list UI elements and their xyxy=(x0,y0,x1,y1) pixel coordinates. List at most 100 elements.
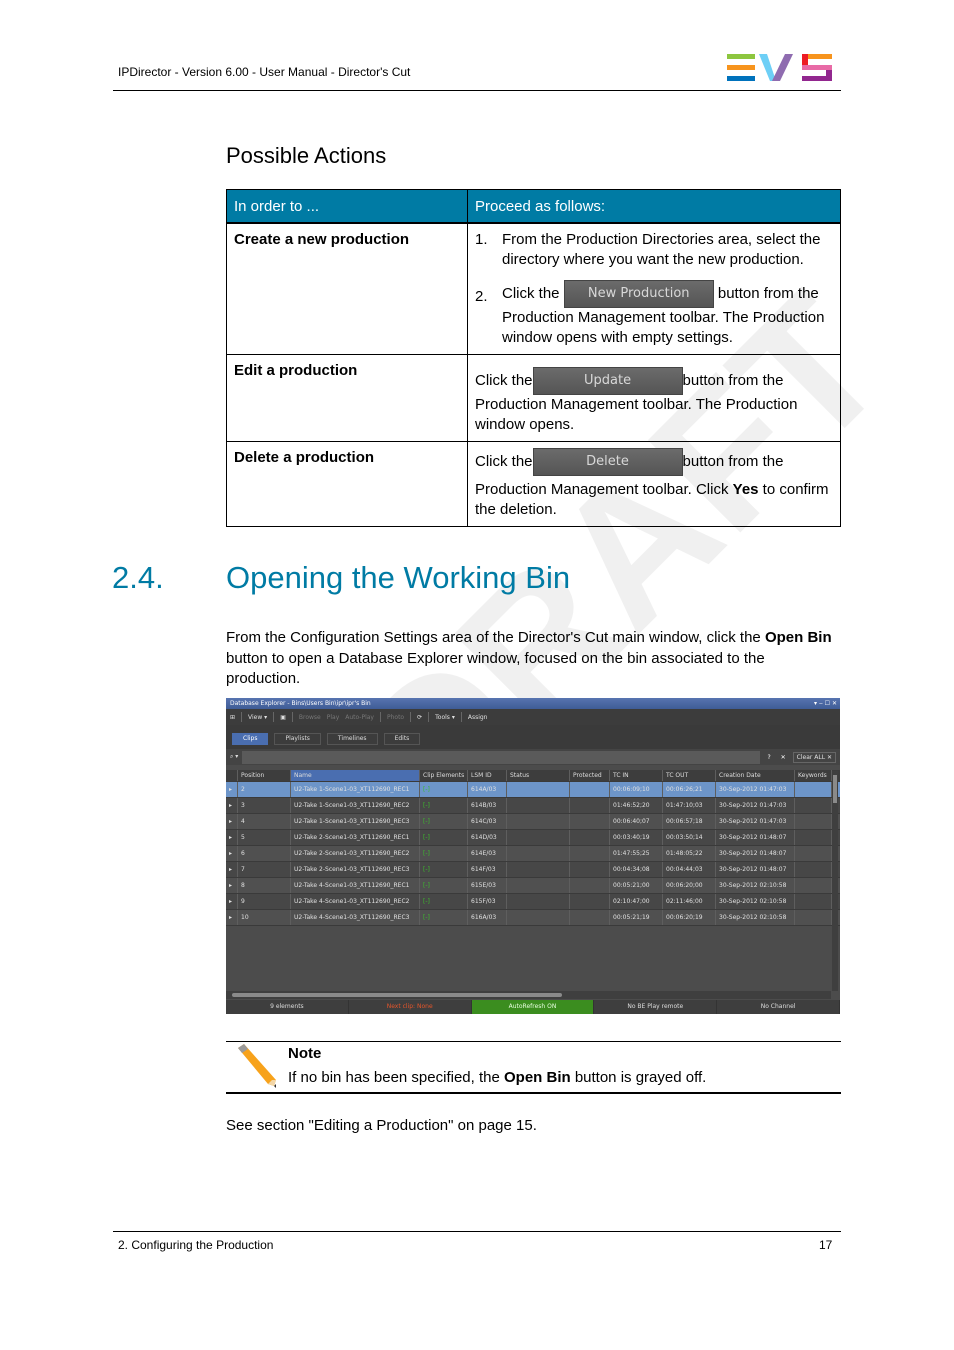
auto-play-button[interactable]: Auto-Play xyxy=(345,714,374,721)
window-titlebar: Database Explorer - Bins\Users Bin\ipr\i… xyxy=(226,698,840,709)
window-controls[interactable]: ▾ ‒ ☐ ✕ xyxy=(814,698,837,709)
cell-tc-out: 00:06:57;18 xyxy=(663,814,716,829)
search-input[interactable] xyxy=(242,750,761,764)
status-autorefresh[interactable]: AutoRefresh ON xyxy=(471,1000,595,1014)
col-status[interactable]: Status xyxy=(507,770,570,781)
refresh-icon[interactable]: ⟳ xyxy=(417,714,422,721)
layout-icon[interactable]: ⊞ xyxy=(230,714,235,721)
para-text: button to open a Database Explorer windo… xyxy=(226,649,765,688)
search-bar: ⌕ ▾ ? ✕ Clear ALL ✕ xyxy=(226,749,840,765)
col-creation-date[interactable]: Creation Date xyxy=(716,770,795,781)
cell-tc-in: 01:47:55;25 xyxy=(610,846,663,861)
cell-lsm-id: 614C/03 xyxy=(468,814,507,829)
action-steps: Click the Update button from the Productio… xyxy=(467,354,841,442)
delete-button[interactable]: Delete xyxy=(532,448,683,476)
pencil-icon xyxy=(238,1044,276,1088)
cell-tc-in: 00:06:40;07 xyxy=(610,814,663,829)
cell-keywords xyxy=(795,878,832,893)
table-row[interactable]: ▸ 10 U2-Take 4-Scene1-03_XT112690_REC3 [-] 6… xyxy=(226,910,840,926)
open-bin-emphasis: Open Bin xyxy=(503,1069,571,1086)
cell-position: 3 xyxy=(238,798,291,813)
tab-edits[interactable]: Edits xyxy=(383,733,421,745)
help-button[interactable]: ? xyxy=(764,754,773,761)
cell-lsm-id: 616A/03 xyxy=(468,910,507,925)
new-production-button[interactable]: New Production xyxy=(563,280,714,308)
cell-creation-date: 30-Sep-2012 01:48:07 xyxy=(716,830,795,845)
horizontal-scrollbar[interactable] xyxy=(226,991,831,999)
footer-divider xyxy=(113,1231,841,1232)
tools-menu[interactable]: Tools ▾ xyxy=(435,714,455,721)
cell-lsm-id: 614B/03 xyxy=(468,798,507,813)
tab-timelines[interactable]: Timelines xyxy=(326,733,378,745)
play-button[interactable]: Play xyxy=(327,714,340,721)
view-menu[interactable]: View ▾ xyxy=(248,714,267,721)
explorer-tabs: Clips Playlists Timelines Edits xyxy=(226,725,840,749)
cell-clip-elements: [-] xyxy=(420,830,468,845)
cell-name: U2-Take 4-Scene1-03_XT112690_REC1 xyxy=(291,878,420,893)
cell-status xyxy=(507,830,570,845)
cell-protected xyxy=(570,910,610,925)
col-tc-out[interactable]: TC OUT xyxy=(663,770,716,781)
print-icon[interactable]: ▣ xyxy=(280,714,286,721)
table-row: Create a new production 1. From the Produ… xyxy=(226,222,841,355)
search-icon[interactable]: ⌕ ▾ xyxy=(230,753,238,761)
action-label: Delete a production xyxy=(226,441,468,527)
col-name[interactable]: Name xyxy=(291,770,420,781)
table-row[interactable]: ▸ 2 U2-Take 1-Scene1-03_XT112690_REC1 [-] 61… xyxy=(226,782,840,798)
page-number: 17 xyxy=(819,1238,833,1252)
step-text: Click the xyxy=(502,284,560,302)
step-number: 2. xyxy=(475,288,488,305)
photo-button[interactable]: Photo xyxy=(387,714,404,721)
table-row[interactable]: ▸ 8 U2-Take 4-Scene1-03_XT112690_REC1 [-] 61… xyxy=(226,878,840,894)
see-also-link[interactable]: See section "Editing a Production" on pa… xyxy=(226,1117,537,1134)
row-expander[interactable]: ▸ xyxy=(226,782,238,797)
col-position[interactable]: Position xyxy=(238,770,291,781)
cell-name: U2-Take 4-Scene1-03_XT112690_REC3 xyxy=(291,910,420,925)
note-text-part: button is grayed off. xyxy=(570,1069,707,1086)
clear-search-button[interactable]: ✕ xyxy=(778,754,789,761)
cell-tc-out: 00:04:44;03 xyxy=(663,862,716,877)
step-text: Click the xyxy=(475,452,533,470)
row-expander[interactable]: ▸ xyxy=(226,862,238,877)
row-expander[interactable]: ▸ xyxy=(226,910,238,925)
action-label: Create a new production xyxy=(226,222,468,355)
cell-status xyxy=(507,878,570,893)
table-row[interactable]: ▸ 5 U2-Take 2-Scene1-03_XT112690_REC1 [-] 61… xyxy=(226,830,840,846)
cell-creation-date: 30-Sep-2012 01:48:07 xyxy=(716,862,795,877)
col-protected[interactable]: Protected xyxy=(570,770,610,781)
tab-playlists[interactable]: Playlists xyxy=(274,733,321,745)
cell-name: U2-Take 2-Scene1-03_XT112690_REC3 xyxy=(291,862,420,877)
update-button[interactable]: Update xyxy=(532,367,683,395)
cell-status xyxy=(507,910,570,925)
row-expander[interactable]: ▸ xyxy=(226,830,238,845)
browse-button[interactable]: Browse xyxy=(299,714,321,721)
col-lsm-id[interactable]: LSM ID xyxy=(468,770,507,781)
cell-creation-date: 30-Sep-2012 01:48:07 xyxy=(716,846,795,861)
yes-emphasis: Yes xyxy=(732,481,759,498)
row-expander[interactable]: ▸ xyxy=(226,798,238,813)
col-tc-in[interactable]: TC IN xyxy=(610,770,663,781)
table-row[interactable]: ▸ 9 U2-Take 4-Scene1-03_XT112690_REC2 [-] 61… xyxy=(226,894,840,910)
table-row[interactable]: ▸ 3 U2-Take 1-Scene1-03_XT112690_REC2 [-] 61… xyxy=(226,798,840,814)
expander-col xyxy=(226,770,238,781)
row-expander[interactable]: ▸ xyxy=(226,878,238,893)
table-row[interactable]: ▸ 7 U2-Take 2-Scene1-03_XT112690_REC3 [-] 61… xyxy=(226,862,840,878)
row-expander[interactable]: ▸ xyxy=(226,814,238,829)
col-header-in-order-to: In order to ... xyxy=(226,189,468,224)
vertical-scrollbar[interactable] xyxy=(832,771,838,991)
table-row[interactable]: ▸ 6 U2-Take 2-Scene1-03_XT112690_REC2 [-] 61… xyxy=(226,846,840,862)
cell-tc-in: 00:05:21;19 xyxy=(610,910,663,925)
tab-clips[interactable]: Clips xyxy=(232,733,269,745)
open-bin-emphasis: Open Bin xyxy=(764,629,832,646)
table-row[interactable]: ▸ 4 U2-Take 1-Scene1-03_XT112690_REC3 [-] 61… xyxy=(226,814,840,830)
row-expander[interactable]: ▸ xyxy=(226,846,238,861)
assign-button[interactable]: Assign xyxy=(468,714,488,721)
col-clip-elements[interactable]: Clip Elements xyxy=(420,770,468,781)
row-expander[interactable]: ▸ xyxy=(226,894,238,909)
clear-all-button[interactable]: Clear ALL ✕ xyxy=(792,751,836,763)
section-title: Opening the Working Bin xyxy=(226,560,571,595)
cell-protected xyxy=(570,878,610,893)
cell-keywords xyxy=(795,782,832,797)
col-keywords[interactable]: Keywords xyxy=(795,770,832,781)
section-paragraph: From the Configuration Settings area of … xyxy=(226,628,836,690)
